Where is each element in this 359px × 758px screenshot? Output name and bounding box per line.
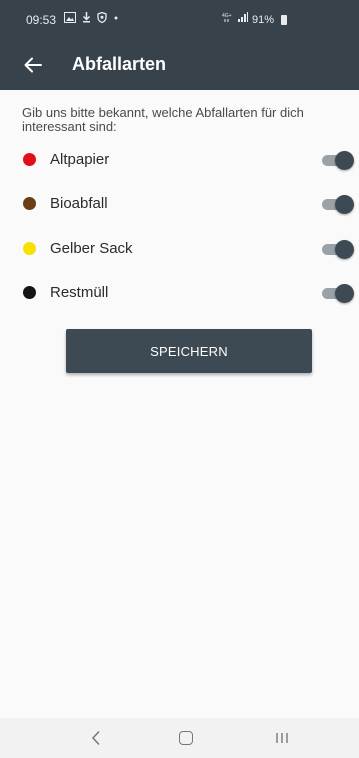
download-icon: [82, 12, 91, 27]
waste-type-row-bioabfall[interactable]: Bioabfall: [0, 182, 359, 226]
signal-icon: [238, 12, 248, 27]
toggle-knob: [335, 195, 354, 214]
status-right-icons: 4G+ 91%: [222, 12, 288, 27]
page-title: Abfallarten: [72, 54, 167, 74]
gallery-icon: [64, 12, 76, 27]
dot-icon: [113, 12, 119, 27]
status-time: 09:53: [26, 13, 57, 27]
waste-type-label: Bioabfall: [50, 195, 108, 212]
toggle-switch-bioabfall[interactable]: [322, 194, 354, 214]
chevron-left-icon[interactable]: [76, 724, 116, 752]
home-icon[interactable]: [166, 724, 206, 752]
waste-type-row-gelber-sack[interactable]: Gelber Sack: [0, 227, 359, 271]
system-nav-bar: [0, 718, 359, 758]
status-bar: 09:53 4G+ 91%: [0, 0, 359, 40]
color-dot: [23, 153, 36, 166]
waste-type-label: Gelber Sack: [50, 240, 133, 257]
toggle-knob: [335, 284, 354, 303]
waste-type-row-altpapier[interactable]: Altpapier: [0, 138, 359, 182]
svg-text:4G+: 4G+: [222, 13, 232, 19]
4g-icon: 4G+: [222, 12, 234, 27]
toggle-knob: [335, 240, 354, 259]
waste-type-label: Restmüll: [50, 284, 109, 301]
save-button[interactable]: SPEICHERN: [66, 329, 312, 373]
recent-apps-icon[interactable]: [262, 724, 302, 752]
app-bar: Abfallarten: [0, 40, 359, 90]
shield-icon: [97, 11, 107, 27]
waste-type-label: Altpapier: [50, 151, 110, 168]
toggle-switch-restmuell[interactable]: [322, 283, 354, 303]
intro-text: Gib uns bitte bekannt, welche Abfallarte…: [22, 105, 304, 134]
arrow-left-icon[interactable]: [20, 52, 46, 78]
battery-icon: [281, 14, 288, 25]
toggle-switch-altpapier[interactable]: [322, 150, 354, 170]
toggle-switch-gelber-sack[interactable]: [322, 239, 354, 259]
color-dot: [23, 286, 36, 299]
waste-type-row-restmuell[interactable]: Restmüll: [0, 271, 359, 315]
battery-percent: 91%: [252, 13, 275, 26]
color-dot: [23, 197, 36, 210]
color-dot: [23, 242, 36, 255]
toggle-knob: [335, 151, 354, 170]
status-left-icons: [64, 11, 119, 27]
